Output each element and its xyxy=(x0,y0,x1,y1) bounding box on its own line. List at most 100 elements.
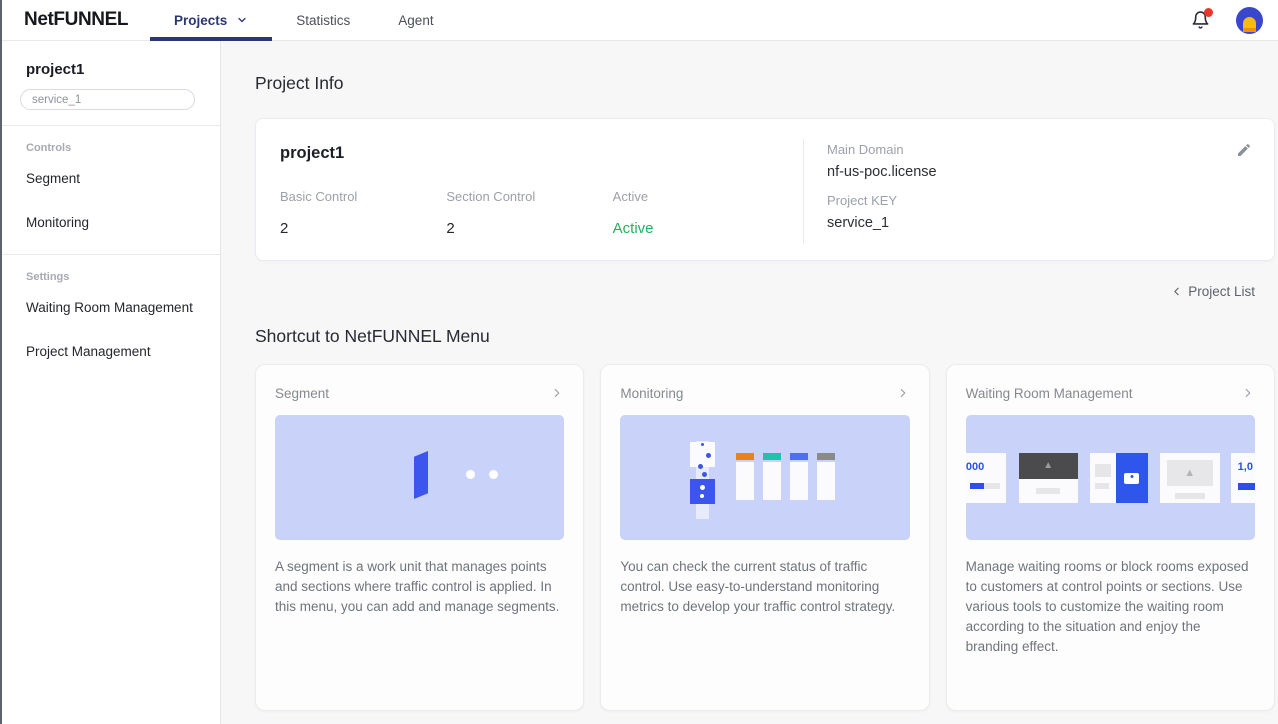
chevron-left-icon xyxy=(1170,285,1183,298)
waiting-count-label: 1,0 xyxy=(1237,461,1253,473)
detail-value: nf-us-poc.license xyxy=(827,164,937,180)
bar-cap-blue xyxy=(790,453,809,460)
segment-illustration xyxy=(275,415,565,540)
tab-agent[interactable]: Agent xyxy=(374,0,457,40)
warning-room-card: ▲ xyxy=(1159,453,1220,503)
project-info-left: project1 Basic Control 2 Section Control… xyxy=(256,119,803,260)
open-door-icon xyxy=(414,451,428,499)
sidebar-item-project-management[interactable]: Project Management xyxy=(2,329,220,373)
project-info-card: project1 Basic Control 2 Section Control… xyxy=(255,118,1275,261)
bar-cap-orange xyxy=(736,453,755,460)
block-room-card: ▲ xyxy=(1018,453,1078,503)
card-description: You can check the current status of traf… xyxy=(620,559,896,614)
chevron-right-icon[interactable] xyxy=(550,386,564,400)
shortcut-card-monitoring[interactable]: Monitoring You can check the current sta… xyxy=(600,364,930,711)
tab-statistics-label: Statistics xyxy=(296,12,351,28)
placeholder-bar xyxy=(1036,488,1061,494)
blue-panel xyxy=(1115,453,1148,503)
shortcut-card-segment[interactable]: Segment A segment is a work unit that ma… xyxy=(255,364,585,711)
detail-value: service_1 xyxy=(827,215,890,231)
sidebar-item-monitoring[interactable]: Monitoring xyxy=(2,200,220,244)
card-header: Waiting Room Management xyxy=(966,384,1255,402)
tab-agent-label: Agent xyxy=(398,12,434,28)
sidebar-project-header: project1 service_1 xyxy=(2,41,220,125)
shortcut-card-waiting-room[interactable]: Waiting Room Management 1,000 ▲ xyxy=(945,364,1275,711)
bar-body xyxy=(790,462,809,500)
waiting-count-label: 1,000 xyxy=(965,461,985,473)
sidebar-item-waiting-room-management[interactable]: Waiting Room Management xyxy=(2,285,220,329)
project-list-link-label: Project List xyxy=(1188,283,1255,299)
project-list-link[interactable]: Project List xyxy=(1170,281,1275,301)
nav-tabs: Projects Statistics Agent xyxy=(150,0,458,41)
sidebar-section-label-settings: Settings xyxy=(26,271,70,283)
bar-cap-teal xyxy=(763,453,782,460)
main-content: Project Info project1 Basic Control 2 Se… xyxy=(223,0,1278,711)
avatar-door-shape xyxy=(1243,16,1256,32)
card-description: A segment is a work unit that manages po… xyxy=(275,559,560,614)
waiting-room-counter-card: 1,000 xyxy=(965,453,1006,503)
text-placeholder xyxy=(1090,453,1116,503)
progress-fill xyxy=(969,483,984,489)
progress-fill xyxy=(1237,483,1255,490)
warning-triangle-icon: ▲ xyxy=(1043,460,1054,471)
netfunnel-logo: NetFUNNEL xyxy=(24,9,129,30)
gray-panel: ▲ xyxy=(1166,460,1213,486)
project-stats: Basic Control 2 Section Control 2 Active… xyxy=(280,189,779,237)
card-description: Manage waiting rooms or block rooms expo… xyxy=(965,559,1249,654)
progress-bar xyxy=(969,483,1000,489)
page-title: Project Info xyxy=(255,73,344,93)
sidebar-project-name: project1 xyxy=(26,61,85,78)
card-title: Waiting Room Management xyxy=(965,385,1133,401)
card-title: Monitoring xyxy=(620,385,684,401)
stat-label: Section Control xyxy=(446,189,536,204)
shortcut-cards: Segment A segment is a work unit that ma… xyxy=(255,364,1275,711)
edit-pencil-icon[interactable] xyxy=(1236,142,1252,158)
bar-cap-gray xyxy=(817,453,836,460)
stat-label: Active xyxy=(612,189,649,204)
ticket-room-card xyxy=(1089,453,1148,503)
detail-label: Main Domain xyxy=(827,142,904,157)
stat-active: Active Active xyxy=(613,189,779,237)
sidebar-item-segment[interactable]: Segment xyxy=(2,156,220,200)
tab-projects-label: Projects xyxy=(174,12,228,28)
card-header: Segment xyxy=(275,384,564,402)
bar-body xyxy=(736,462,755,500)
chevron-down-icon xyxy=(236,14,248,26)
placeholder-bar xyxy=(1094,483,1109,489)
shortcut-section-title: Shortcut to NetFUNNEL Menu xyxy=(255,326,490,346)
chevron-right-icon[interactable] xyxy=(1241,386,1255,400)
chevron-right-icon[interactable] xyxy=(896,386,910,400)
top-navbar: NetFUNNEL Projects Statistics Agent xyxy=(2,0,1278,41)
funnel-control-box xyxy=(690,479,716,504)
stat-basic-control: Basic Control 2 xyxy=(280,189,446,237)
project-name: project1 xyxy=(280,144,345,162)
bar-body xyxy=(817,462,836,500)
stat-label: Basic Control xyxy=(280,189,358,204)
sidebar-service-key-badge: service_1 xyxy=(20,89,195,110)
stat-value: 2 xyxy=(446,220,455,237)
card-title: Segment xyxy=(275,385,330,401)
project-list-row: Project List xyxy=(255,281,1275,301)
dark-header: ▲ xyxy=(1018,453,1078,479)
waiting-room-counter-card: 1,0 xyxy=(1230,453,1255,503)
status-badge: Active xyxy=(612,220,654,237)
monitoring-illustration xyxy=(620,415,910,540)
placeholder-bar xyxy=(1174,493,1205,499)
sidebar-section-controls: Controls Segment Monitoring xyxy=(2,125,220,254)
warning-triangle-icon: ▲ xyxy=(1184,466,1196,479)
card-header: Monitoring xyxy=(620,384,909,402)
notification-badge xyxy=(1204,8,1213,17)
bell-icon[interactable] xyxy=(1191,8,1213,30)
avatar[interactable] xyxy=(1236,6,1263,34)
sidebar-section-label-controls: Controls xyxy=(26,142,72,154)
sidebar-section-settings: Settings Waiting Room Management Project… xyxy=(2,254,220,383)
stat-value: 2 xyxy=(280,220,289,237)
dot-icon xyxy=(489,470,498,479)
tab-statistics[interactable]: Statistics xyxy=(272,0,374,40)
dot-icon xyxy=(466,470,475,479)
bar-body xyxy=(763,462,782,500)
detail-project-key: Project KEY service_1 xyxy=(827,193,1250,231)
ticket-icon xyxy=(1124,472,1140,484)
tab-projects[interactable]: Projects xyxy=(150,0,273,41)
stat-section-control: Section Control 2 xyxy=(446,189,612,237)
